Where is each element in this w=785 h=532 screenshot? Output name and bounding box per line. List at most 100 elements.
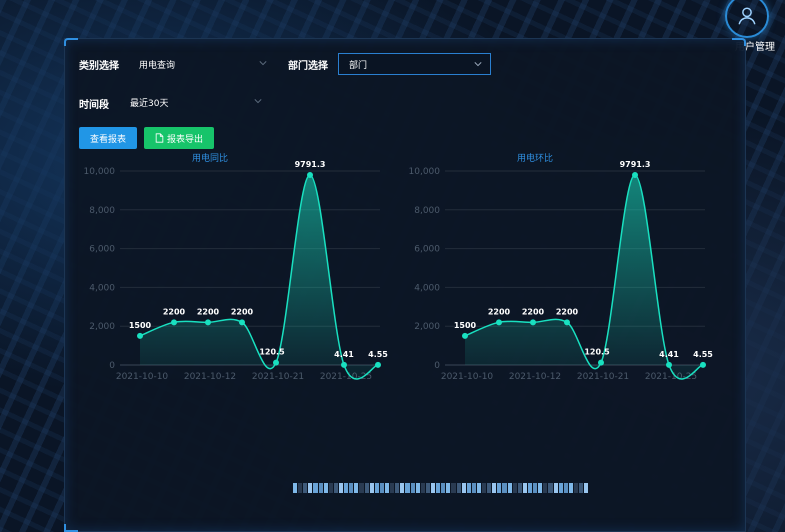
data-point[interactable] — [137, 332, 143, 339]
pixel-block — [579, 483, 584, 493]
data-point[interactable] — [239, 319, 245, 326]
user-icon — [738, 7, 756, 25]
pixel-block — [354, 483, 359, 493]
data-point[interactable] — [273, 359, 279, 366]
data-label: 1500 — [129, 321, 152, 330]
pixel-block — [497, 483, 502, 493]
category-label: 类别选择 — [79, 61, 119, 72]
view-report-button[interactable]: 查看报表 — [79, 127, 137, 149]
chart-mom-svg: 用电环比 0 2,000 4,000 6,000 8,000 10,000 2021-10-1… — [409, 152, 714, 382]
data-point[interactable] — [598, 359, 604, 366]
pixel-block — [512, 483, 517, 493]
pixel-block — [522, 483, 528, 493]
pixel-block — [425, 483, 430, 493]
data-label: 2200 — [488, 307, 511, 316]
data-label: 9791.3 — [620, 160, 651, 169]
panel-corner — [732, 38, 746, 46]
data-point[interactable] — [205, 319, 211, 326]
data-label: 2200 — [163, 307, 186, 316]
data-label: 2200 — [197, 307, 220, 316]
pixel-block — [374, 483, 379, 493]
pixel-block — [563, 483, 568, 493]
data-point[interactable] — [632, 172, 638, 179]
pixel-block — [379, 483, 384, 493]
chart-mom: 用电环比 0 2,000 4,000 6,000 8,000 10,000 2021-10-1… — [409, 149, 714, 389]
pixel-block — [364, 483, 369, 493]
y-tick-label: 6,000 — [414, 245, 440, 255]
export-report-button[interactable]: 报表导出 — [144, 127, 214, 149]
data-label: 4.41 — [334, 350, 354, 359]
data-point[interactable] — [666, 361, 672, 368]
category-select[interactable]: 用电查询 — [129, 53, 275, 75]
pixel-block — [507, 483, 512, 493]
pixel-block — [349, 483, 354, 493]
data-point[interactable] — [462, 332, 468, 339]
data-point[interactable] — [530, 319, 536, 326]
data-point[interactable] — [564, 319, 570, 326]
x-tick-label: 2021-10-21 — [252, 372, 304, 382]
pixel-block — [553, 483, 558, 493]
pixel-block — [584, 483, 589, 493]
y-tick-label: 8,000 — [414, 206, 440, 216]
pixel-block — [328, 483, 333, 493]
pixel-block — [395, 483, 400, 493]
category-select-value: 用电查询 — [139, 60, 176, 71]
chart-title: 用电同比 — [192, 152, 228, 164]
pixel-block — [487, 483, 492, 493]
pixel-block — [313, 483, 318, 493]
view-report-label: 查看报表 — [89, 134, 126, 145]
pixel-block — [415, 483, 420, 493]
y-tick-label: 4,000 — [414, 283, 440, 293]
y-tick-label: 0 — [434, 361, 440, 371]
x-tick-label: 2021-10-12 — [184, 372, 236, 382]
data-point[interactable] — [341, 361, 347, 368]
pixel-block — [471, 483, 476, 493]
data-label: 2200 — [556, 307, 579, 316]
x-tick-label: 2021-10-12 — [509, 372, 561, 382]
chevron-down-icon — [474, 62, 482, 67]
department-label: 部门选择 — [288, 61, 328, 72]
pixel-block — [441, 483, 446, 493]
y-tick-label: 10,000 — [409, 167, 441, 177]
department-select[interactable]: 部门 — [338, 53, 491, 75]
data-point[interactable] — [700, 361, 706, 368]
chart-yoy: 用电同比 0 2,000 4,000 6,000 8,000 10,000 2021-10-1… — [84, 149, 389, 389]
data-label: 120.5 — [584, 348, 610, 357]
data-label: 9791.3 — [295, 160, 326, 169]
pixel-block — [492, 483, 497, 493]
pixel-block — [461, 483, 466, 493]
pixel-block — [568, 483, 574, 493]
x-tick-label: 2021-10-21 — [577, 372, 629, 382]
chart-yoy-svg: 用电同比 0 2,000 4,000 6,000 8,000 10,000 2021-10-1… — [84, 152, 389, 382]
pixel-block — [476, 483, 482, 493]
chart-title: 用电环比 — [517, 152, 553, 164]
data-point[interactable] — [496, 319, 502, 326]
data-label: 2200 — [522, 307, 545, 316]
report-panel: 类别选择 用电查询 部门选择 部门 时间段 最近30天 查看报表 报表导出 用电… — [64, 38, 746, 532]
period-label: 时间段 — [79, 100, 109, 111]
data-label: 1500 — [454, 321, 477, 330]
pixel-block — [466, 483, 471, 493]
pixel-block — [543, 483, 548, 493]
y-tick-label: 8,000 — [89, 206, 115, 216]
pixel-block — [400, 483, 405, 493]
pixel-block — [359, 483, 364, 493]
period-select-value: 最近30天 — [130, 98, 169, 109]
period-select[interactable]: 最近30天 — [120, 91, 270, 113]
pixel-block — [308, 483, 313, 493]
x-tick-label: 2021-10-10 — [441, 372, 494, 382]
y-tick-label: 10,000 — [84, 167, 116, 177]
pixel-block — [323, 483, 328, 493]
pixel-block — [318, 483, 323, 493]
y-tick-label: 6,000 — [89, 245, 115, 255]
data-point[interactable] — [375, 361, 381, 368]
chevron-down-icon — [259, 61, 267, 66]
data-point[interactable] — [307, 172, 313, 179]
y-tick-label: 4,000 — [89, 283, 115, 293]
y-tick-label: 2,000 — [414, 322, 440, 332]
pixel-block — [384, 483, 390, 493]
data-point[interactable] — [171, 319, 177, 326]
y-tick-label: 2,000 — [89, 322, 115, 332]
pixel-block — [303, 483, 308, 493]
pixel-block — [548, 483, 553, 493]
